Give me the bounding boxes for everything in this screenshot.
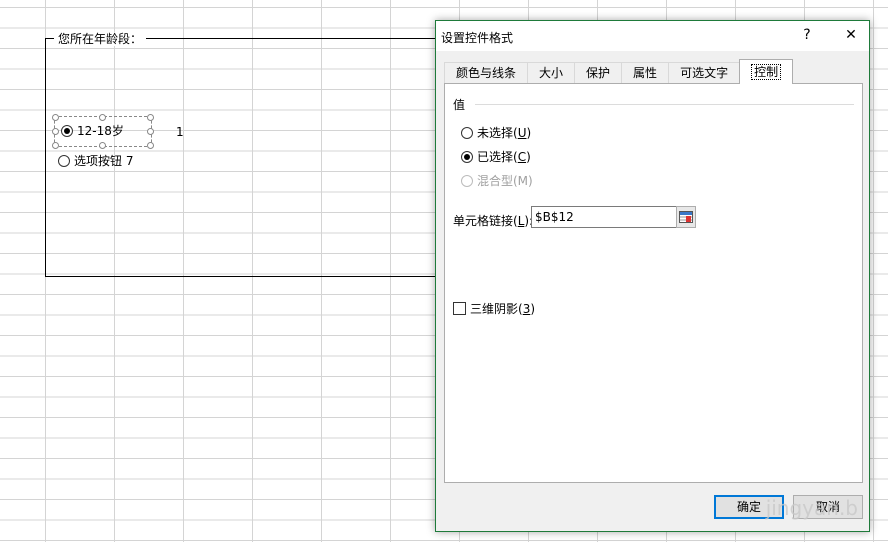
resize-handle[interactable] [52, 142, 59, 149]
option-button-2-label: 选项按钮 7 [74, 154, 134, 168]
radio-unchecked-option[interactable]: 未选择(U) [461, 124, 531, 141]
close-icon[interactable]: ✕ [841, 27, 861, 43]
radio-checked-icon [461, 150, 473, 163]
radio-unchecked-text: 未选择( [477, 126, 518, 140]
resize-handle[interactable] [147, 128, 154, 135]
range-select-button[interactable] [676, 206, 696, 228]
radio-checked-option[interactable]: 已选择(C) [461, 148, 531, 165]
resize-handle[interactable] [147, 114, 154, 121]
tab-alt-text[interactable]: 可选文字 [668, 62, 741, 83]
tab-control[interactable]: 控制 [739, 59, 794, 84]
section-divider [475, 104, 854, 105]
radio-checked-icon [61, 125, 73, 137]
range-select-icon [679, 211, 693, 223]
option-button-1-label: 12-18岁 [77, 124, 124, 138]
value-section-label: 值 [453, 98, 466, 112]
radio-unchecked-icon [58, 155, 70, 167]
shading-label-end: ) [530, 301, 536, 316]
radio-unchecked-key: U [517, 125, 527, 140]
tab-properties[interactable]: 属性 [621, 62, 670, 83]
radio-checked-text: 已选择( [477, 150, 518, 164]
resize-handle[interactable] [147, 142, 154, 149]
tab-control-label: 控制 [751, 64, 782, 80]
cell-link-input[interactable]: $B$12 [531, 206, 695, 228]
cell-link-label: 单元格链接(L): [453, 212, 533, 229]
radio-mixed-option: 混合型(M) [461, 172, 533, 189]
radio-mixed-label: 混合型(M) [477, 174, 533, 188]
option-button-1[interactable]: 12-18岁 [61, 124, 124, 138]
help-icon[interactable]: ? [797, 27, 817, 43]
shading-label-text: 三维阴影( [470, 302, 523, 316]
tab-size[interactable]: 大小 [527, 62, 576, 83]
group-box-title: 您所在年龄段： [54, 32, 147, 46]
resize-handle[interactable] [52, 128, 59, 135]
linked-cell-value[interactable]: 1 [176, 125, 184, 139]
resize-handle[interactable] [99, 114, 106, 121]
option-button-2[interactable]: 选项按钮 7 [58, 154, 133, 168]
radio-disabled-icon [461, 174, 473, 187]
control-tab-panel: 值 未选择(U) 已选择(C) 混合型(M) 单元格链接(L): $B$12 [444, 83, 863, 483]
3d-shading-checkbox[interactable]: 三维阴影(3) [453, 300, 535, 317]
shading-label-key: 3 [522, 301, 531, 316]
resize-handle[interactable] [99, 142, 106, 149]
radio-checked-end: ) [526, 149, 531, 164]
dialog-titlebar[interactable]: 设置控件格式 ? ✕ [436, 21, 869, 51]
radio-unchecked-icon [461, 126, 473, 139]
dialog-tabs: 颜色与线条 大小 保护 属性 可选文字 控制 [444, 59, 794, 84]
checkbox-unchecked-icon [453, 302, 466, 315]
watermark: jingyan.b [765, 496, 858, 520]
cell-link-label-text: 单元格链接( [453, 214, 518, 228]
dialog-title: 设置控件格式 [441, 31, 514, 45]
radio-unchecked-end: ) [526, 125, 532, 140]
tab-colors-lines[interactable]: 颜色与线条 [444, 62, 529, 83]
resize-handle[interactable] [52, 114, 59, 121]
format-control-dialog: 设置控件格式 ? ✕ 颜色与线条 大小 保护 属性 可选文字 控制 值 未选择(… [435, 20, 870, 532]
tab-protection[interactable]: 保护 [574, 62, 623, 83]
radio-checked-key: C [517, 149, 527, 164]
